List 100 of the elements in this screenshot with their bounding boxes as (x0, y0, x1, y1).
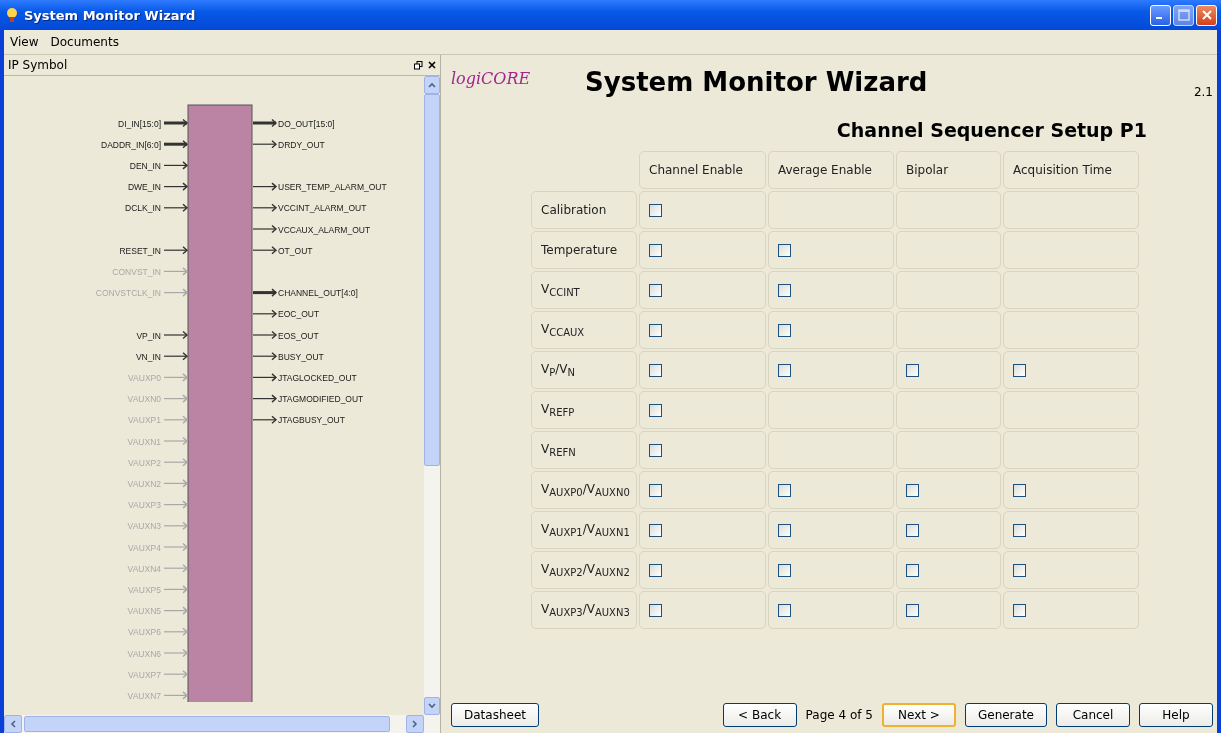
close-button[interactable] (1196, 4, 1217, 26)
checkbox[interactable] (906, 483, 919, 497)
row-label: V$_{CCAUX}$ (531, 311, 637, 349)
pin-label: VAUXN1 (127, 436, 161, 447)
column-header: Channel Enable (639, 151, 766, 189)
vertical-scrollbar[interactable] (424, 76, 440, 715)
pin-label: VAUXN5 (127, 606, 161, 617)
pin-label: VAUXP1 (128, 415, 161, 426)
checkbox[interactable] (649, 323, 662, 337)
wizard-button[interactable]: Next > (881, 703, 956, 727)
checkbox[interactable] (649, 403, 662, 417)
checkbox[interactable] (906, 523, 919, 537)
pin-label: VAUXP2 (128, 457, 161, 468)
pin-label: VCCAUX_ALARM_OUT (278, 224, 371, 235)
checkbox[interactable] (649, 283, 662, 297)
wizard-button[interactable]: Generate (964, 703, 1047, 727)
row-label: V$_{P}$/V$_{N}$ (531, 351, 637, 389)
pin-label: VAUXP0 (128, 372, 161, 383)
checkbox[interactable] (649, 203, 662, 217)
menu-item[interactable]: View (10, 35, 39, 49)
pin-label: DO_OUT[15:0] (278, 118, 335, 129)
checkbox[interactable] (906, 363, 919, 377)
checkbox[interactable] (649, 523, 662, 537)
maximize-icon (1177, 9, 1190, 21)
checkbox[interactable] (778, 523, 791, 537)
pin-label: VAUXN2 (127, 478, 161, 489)
window-title: System Monitor Wizard (24, 7, 196, 23)
pin-label: RESET_IN (119, 245, 161, 256)
checkbox[interactable] (906, 603, 919, 617)
checkbox[interactable] (778, 283, 791, 297)
wizard-button[interactable]: < Back (722, 703, 797, 727)
pin-label: DWE_IN (127, 182, 161, 193)
row-label: V$_{AUXP2}$/V$_{AUXN2}$ (531, 551, 637, 589)
checkbox[interactable] (649, 443, 662, 457)
checkbox[interactable] (1013, 523, 1026, 537)
row-label: Calibration (531, 191, 637, 229)
version-label: 2.1 (1193, 85, 1213, 99)
maximize-button[interactable] (1173, 4, 1194, 26)
row-label: V$_{AUXP0}$/V$_{AUXN0}$ (531, 471, 637, 509)
panel-title: IP Symbol (8, 58, 68, 72)
row-label: V$_{REFP}$ (531, 391, 637, 429)
minimize-button[interactable] (1150, 4, 1171, 26)
checkbox[interactable] (1013, 563, 1026, 577)
checkbox[interactable] (778, 483, 791, 497)
menu-item[interactable]: Documents (50, 35, 119, 49)
pin-label: JTAGBUSY_OUT (278, 415, 345, 426)
pin-label: VAUXN6 (127, 648, 161, 659)
scroll-left-icon[interactable] (10, 720, 16, 728)
row-label: Temperature (531, 231, 637, 269)
row-label: V$_{CCINT}$ (531, 271, 637, 309)
checkbox[interactable] (649, 603, 662, 617)
pin-label: VAUXP3 (128, 500, 161, 511)
pin-label: CONVST_IN (112, 266, 161, 277)
pin-label: BUSY_OUT (278, 351, 324, 362)
pin-label: JTAGMODIFIED_OUT (278, 394, 364, 405)
pin-label: VAUXP7 (128, 669, 161, 680)
pin-label: DI_IN[15:0] (118, 118, 161, 129)
checkbox[interactable] (1013, 483, 1026, 497)
horizontal-scrollbar[interactable] (4, 715, 440, 733)
scroll-right-icon[interactable] (412, 720, 418, 728)
pin-label: OT_OUT (278, 245, 313, 256)
checkbox[interactable] (778, 363, 791, 377)
pin-label: VP_IN (136, 330, 161, 341)
column-header: Bipolar (896, 151, 1001, 189)
pin-label: VAUXP4 (128, 542, 161, 553)
checkbox[interactable] (649, 563, 662, 577)
pin-label: USER_TEMP_ALARM_OUT (278, 182, 387, 193)
row-label: V$_{AUXP3}$/V$_{AUXN3}$ (531, 591, 637, 629)
checkbox[interactable] (649, 363, 662, 377)
scroll-down-icon[interactable] (428, 703, 436, 709)
row-label: V$_{AUXP1}$/V$_{AUXN1}$ (531, 511, 637, 549)
pin-label: DRDY_OUT (278, 139, 325, 150)
wizard-button[interactable]: Help (1139, 703, 1213, 727)
close-icon (1200, 9, 1213, 21)
checkbox[interactable] (778, 243, 791, 257)
checkbox[interactable] (778, 563, 791, 577)
checkbox[interactable] (1013, 363, 1026, 377)
wizard-button[interactable]: Cancel (1056, 703, 1130, 727)
datasheet-button[interactable]: Datasheet (451, 703, 539, 727)
page-indicator: Page 4 of 5 (805, 708, 873, 722)
pin-label: DCLK_IN (125, 203, 161, 214)
pin-label: VN_IN (135, 351, 161, 362)
scroll-up-icon[interactable] (428, 82, 436, 88)
lightbulb-icon (6, 7, 18, 23)
checkbox[interactable] (649, 243, 662, 257)
pin-label: VAUXN3 (127, 521, 161, 532)
close-icon[interactable] (428, 61, 436, 69)
pin-label: VCCINT_ALARM_OUT (278, 203, 367, 214)
pin-label: EOC_OUT (278, 309, 320, 320)
checkbox[interactable] (906, 563, 919, 577)
checkbox[interactable] (778, 323, 791, 337)
checkbox[interactable] (1013, 603, 1026, 617)
pin-label: VAUXP6 (128, 627, 161, 638)
pin-label: CHANNEL_OUT[4:0] (278, 288, 358, 299)
row-label: V$_{REFN}$ (531, 431, 637, 469)
column-header: Acquisition Time (1003, 151, 1139, 189)
checkbox[interactable] (778, 603, 791, 617)
float-icon[interactable] (414, 60, 423, 70)
pin-label: DEN_IN (129, 160, 161, 171)
checkbox[interactable] (649, 483, 662, 497)
